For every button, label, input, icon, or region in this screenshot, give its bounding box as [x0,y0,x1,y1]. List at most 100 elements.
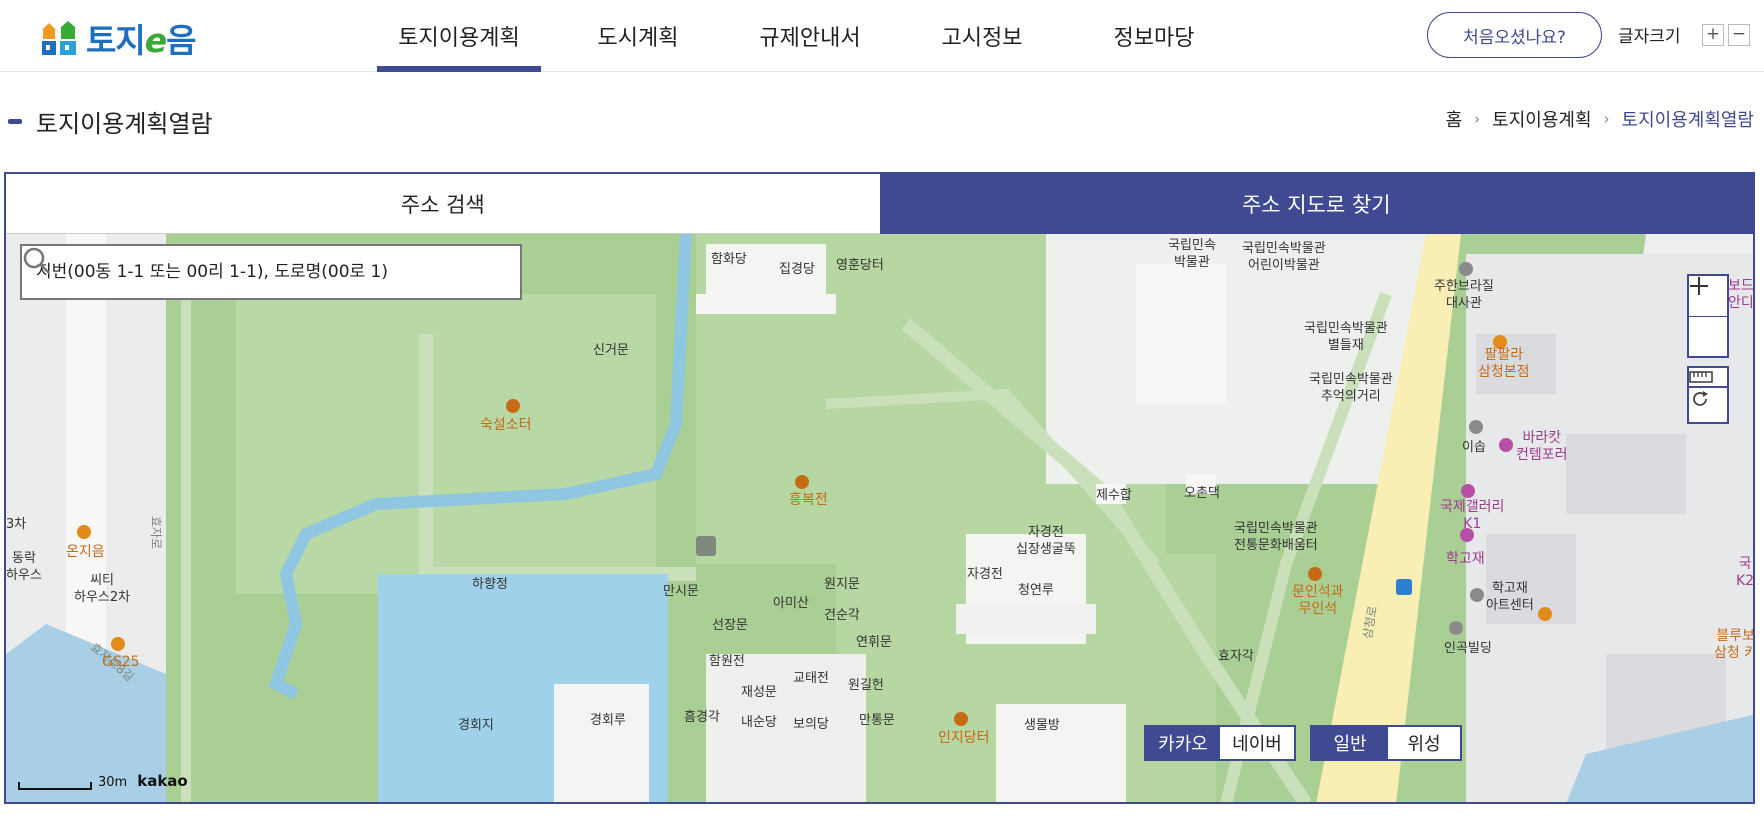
map-label: 학고재 아트센터 [1486,581,1534,613]
map-label: 씨티 하우스2차 [74,573,131,605]
map-label: 원지문 [824,577,860,592]
site-logo[interactable]: 토지e음 [40,14,197,62]
map-label: 만시문 [663,584,699,599]
map-type-satellite-button[interactable]: 위성 [1388,727,1460,759]
map-label: 생물방 [1024,718,1060,733]
map-label: 경회루 [590,713,626,728]
logo-houses-icon [40,18,80,58]
map-label: 함원전 [709,654,745,669]
map-type-toggle: 일반 위성 [1310,725,1462,761]
map-label: 숙설소터 [480,417,532,433]
ruler-icon [1689,371,1713,383]
chevron-right-icon: › [1474,110,1481,128]
map-label: 제수합 [1096,488,1132,503]
provider-naver-button[interactable]: 네이버 [1220,727,1294,759]
search-icon [23,247,50,274]
map-attribution: kakao [137,772,188,790]
map-label: 보의당 [793,717,829,732]
map-label: 학고재 [1446,551,1485,567]
logo-wordmark: 토지e음 [86,21,197,60]
nav-item-notice-info[interactable]: 고시정보 [897,0,1067,72]
map-panel: 주소 검색 주소 지도로 찾기 함화당 집경당 영훈당터 신거문 숙설소터 흥복… [4,172,1755,804]
map-label: 3차 [6,517,27,532]
map-label: 내순당 [741,715,777,730]
map-label: 온지음 [66,544,105,560]
map-label: 인지당터 [938,730,990,746]
map-label: 자경전 [967,567,1003,582]
map-label: 원길헌 [848,678,884,693]
site-header: 토지e음 토지이용계획 도시계획 규제안내서 고시정보 정보마당 처음오셨나요?… [0,0,1764,72]
nav-item-regulation-guide[interactable]: 규제안내서 [725,0,895,72]
map-label: 선장문 [712,618,748,633]
map-label: 청연루 [1018,583,1054,598]
map-label: 함화당 [711,252,747,267]
breadcrumb: 홈 › 토지이용계획 › 토지이용계획열람 [1446,106,1754,132]
search-tabs: 주소 검색 주소 지도로 찾기 [6,174,1753,234]
map-label: 국 K2 [1736,556,1755,589]
refresh-icon [1693,391,1708,406]
map-view[interactable]: 함화당 집경당 영훈당터 신거문 숙설소터 흥복전 하향정 만시문 아미산 원지… [6,234,1755,802]
map-label: 흥복전 [789,492,828,508]
breadcrumb-current: 토지이용계획열람 [1621,110,1754,131]
breadcrumb-home[interactable]: 홈 [1446,106,1463,132]
first-visit-button[interactable]: 처음오셨나요? [1427,12,1602,58]
map-label: 보드 안디 [1728,278,1754,311]
title-marker [8,119,22,124]
address-search-input[interactable] [22,246,464,298]
map-label: 자경전 십장생굴뚝 [1016,525,1076,557]
map-label: 국립민속박물관 별들재 [1304,321,1388,353]
map-label: 오촌댁 [1184,486,1220,501]
map-label: 연휘문 [856,635,892,650]
map-label: 흠경각 [684,710,720,725]
road-label: 효자로 [149,515,164,550]
zoom-out-button[interactable] [1689,285,1727,356]
map-label: 경회지 [458,718,494,733]
map-label: 문인석과 무인석 [1292,584,1344,617]
address-search-box [20,244,522,300]
map-scale: 30m kakao [18,772,188,790]
font-size-label: 글자크기 [1618,27,1681,47]
page-title: 토지이용계획열람 [8,104,213,139]
search-button[interactable] [23,246,520,298]
tab-address-search[interactable]: 주소 검색 [6,174,880,234]
tab-map-search[interactable]: 주소 지도로 찾기 [879,174,1753,234]
chevron-right-icon: › [1603,110,1610,128]
nav-item-info-plaza[interactable]: 정보마당 [1069,0,1239,72]
map-label: 국립민속박물관 전통문화배움터 [1234,521,1318,553]
map-label: 재성문 [741,685,777,700]
provider-kakao-button[interactable]: 카카오 [1146,727,1220,759]
map-label: 바라캇 컨템포러 [1516,430,1568,463]
map-label: 국립민속 박물관 [1168,238,1216,270]
map-label: 국립민속박물관 어린이박물관 [1242,241,1326,273]
map-label: 팔팔라 삼청본점 [1478,347,1530,380]
map-label: 신거문 [593,343,629,358]
breadcrumb-land-use-plan[interactable]: 토지이용계획 [1492,106,1591,132]
map-label: 교태전 [793,671,829,686]
scale-label: 30m [98,775,128,790]
nav-item-land-use-plan[interactable]: 토지이용계획 [377,0,541,72]
map-provider-toggle: 카카오 네이버 [1144,725,1296,761]
scale-bar [18,782,92,790]
map-label: 주한브라질 대사관 [1434,279,1494,311]
map-label: 집경당 [779,262,815,277]
map-label: 블루보 삼청 카 [1714,628,1755,661]
map-label: 만통문 [859,713,895,728]
nav-item-urban-plan[interactable]: 도시계획 [553,0,723,72]
map-label: 국립민속박물관 추억의거리 [1309,372,1393,404]
map-label: 국제갤러리 K1 [1440,499,1505,532]
map-label: 건순각 [824,608,860,623]
map-label: 아미산 [773,596,809,611]
minus-icon [1690,285,1708,287]
map-label: 효자각 [1218,649,1254,664]
zoom-controls [1687,274,1729,358]
map-label: 영훈당터 [836,258,884,273]
main-nav: 토지이용계획 도시계획 규제안내서 고시정보 정보마당 [377,0,1239,72]
map-label: 하향정 [472,577,508,592]
page-title-text: 토지이용계획열람 [36,110,213,138]
reset-map-button[interactable] [1687,386,1729,424]
font-size-decrease-button[interactable]: − [1728,24,1750,46]
map-type-normal-button[interactable]: 일반 [1312,727,1388,759]
font-size-increase-button[interactable]: + [1702,24,1724,46]
map-label: 동락 하우스 [6,551,42,583]
map-label: 이솝 [1462,440,1486,455]
